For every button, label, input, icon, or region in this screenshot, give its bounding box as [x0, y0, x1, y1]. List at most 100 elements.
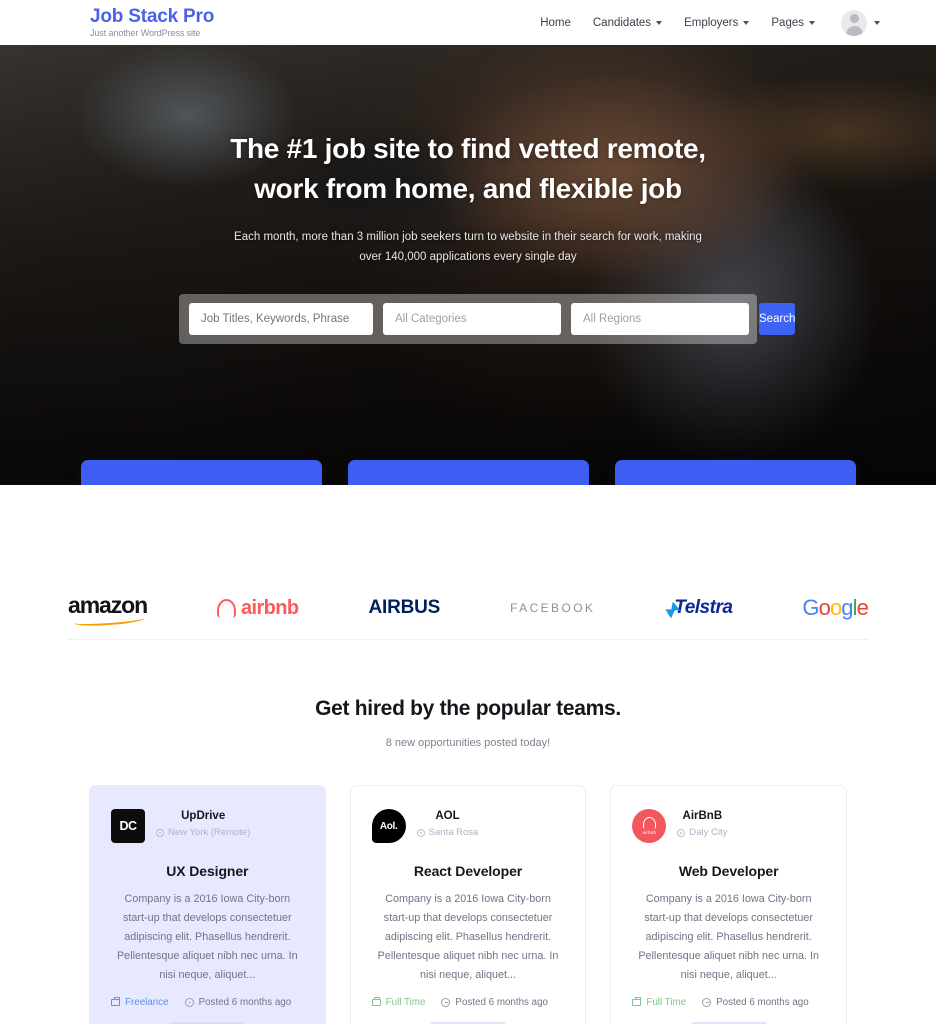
company-name: UpDrive [181, 810, 226, 822]
job-title[interactable]: Web Developer [632, 863, 825, 879]
popular-teams-section: Get hired by the popular teams. 8 new op… [0, 640, 936, 1024]
job-description: Company is a 2016 Iowa City-born start-u… [116, 893, 298, 981]
job-meta-tags: Freelance Posted 6 months ago [111, 997, 304, 1008]
job-company-meta: UpDrive New York (Remote) [156, 809, 250, 838]
job-title[interactable]: UX Designer [111, 863, 304, 879]
chevron-down-icon [874, 20, 880, 25]
hero-subtitle-line-1: Each month, more than 3 million job seek… [234, 231, 702, 243]
job-type-text: Full Time [646, 997, 687, 1008]
company-name: AOL [435, 810, 460, 822]
hero-section: The #1 job site to find vetted remote, w… [0, 45, 936, 485]
site-header: Job Stack Pro Just another WordPress sit… [0, 0, 936, 45]
chevron-down-icon [809, 20, 815, 25]
nav-item-home[interactable]: Home [540, 17, 571, 29]
job-company-meta: AOL Santa Rosa [416, 809, 479, 838]
logo-airbus-text: AIRBUS [368, 597, 441, 618]
job-search-bar: Search [179, 294, 796, 344]
brand-logo[interactable]: Job Stack Pro Just another WordPress sit… [90, 5, 215, 39]
logo-google: Google [802, 595, 869, 621]
teams-subtitle: 8 new opportunities posted today! [385, 737, 551, 749]
hero-title: The #1 job site to find vetted remote, w… [0, 129, 936, 209]
job-company-row: DC UpDrive New York (Remote) [111, 809, 304, 843]
clock-icon [702, 998, 712, 1007]
briefcase-icon [111, 997, 120, 1006]
feature-card-community[interactable]: Largest remote work community Check any … [347, 460, 589, 485]
nav-item-candidates[interactable]: Candidates [592, 16, 663, 29]
job-posted-date: Posted 6 months ago [441, 997, 548, 1008]
job-meta-tags: Full Time Posted 6 months ago [371, 997, 565, 1008]
company-logo-text: DC [119, 819, 137, 833]
hero-subtitle-line-2: over 140,000 applications every single d… [359, 251, 577, 263]
job-card[interactable]: airbnb AirBnB Daly City Web Developer Co… [610, 785, 848, 1024]
location-pin-icon [156, 828, 164, 837]
brand-tagline: Just another WordPress site [90, 28, 201, 39]
company-logo-text: airbnb [642, 830, 657, 835]
company-logo-text: Aol. [379, 820, 398, 832]
brand-title: Job Stack Pro [90, 5, 215, 27]
job-title[interactable]: React Developer [372, 863, 565, 879]
hero-subtitle: Each month, more than 3 million job seek… [0, 227, 936, 267]
airbnb-mark-icon [642, 817, 656, 829]
hero-title-line-2: work from home, and flexible job [254, 173, 682, 204]
job-location: New York (Remote) [156, 827, 250, 838]
search-categories-select[interactable] [383, 303, 561, 335]
logo-amazon: amazon [68, 592, 148, 627]
job-company-row: airbnb AirBnB Daly City [632, 809, 825, 843]
nav-label-employers: Employers [684, 16, 739, 29]
briefcase-icon [371, 997, 381, 1006]
feature-card-trusted[interactable]: Trusted by the world's leading companies… [614, 460, 856, 485]
hero-content: The #1 job site to find vetted remote, w… [0, 45, 936, 344]
chevron-down-icon [743, 20, 750, 25]
nav-item-pages[interactable]: Pages [771, 17, 815, 29]
job-description: Company is a 2016 Iowa City-born start-u… [638, 893, 820, 981]
search-button[interactable]: Search [759, 303, 796, 335]
company-logo-aol: Aol. [371, 809, 406, 843]
location-pin-icon [416, 828, 425, 837]
job-posted-text: Posted 6 months ago [716, 997, 809, 1008]
job-card-grid: DC UpDrive New York (Remote) UX Designer… [89, 785, 848, 1024]
clock-icon [184, 998, 194, 1007]
main-navigation: Home Candidates Employers Pages [540, 9, 880, 36]
job-posted-text: Posted 6 months ago [198, 997, 292, 1008]
job-posted-date: Posted 6 months ago [184, 997, 292, 1008]
company-logo-airbnb: airbnb [632, 809, 667, 843]
nav-label-pages: Pages [771, 16, 804, 29]
job-posted-text: Posted 6 months ago [455, 997, 549, 1008]
partner-logos-section: amazon airbnb AIRBUS FACEBOOK Telstra Go… [0, 485, 936, 640]
job-type-badge: Freelance [111, 997, 169, 1008]
search-keywords-input[interactable] [189, 303, 373, 335]
partner-logo-strip: amazon airbnb AIRBUS FACEBOOK Telstra Go… [68, 577, 869, 639]
search-regions-select[interactable] [571, 303, 749, 335]
job-meta-tags: Full Time Posted 6 months ago [632, 997, 825, 1008]
chevron-down-icon [656, 20, 663, 25]
feature-card-research[interactable]: Exclusive research on employers Check an… [80, 460, 322, 485]
job-location-text: Santa Rosa [428, 827, 479, 838]
nav-label-home: Home [540, 16, 571, 29]
clock-icon [441, 998, 451, 1007]
job-company-row: Aol. AOL Santa Rosa [371, 809, 565, 843]
airbnb-mark-icon [217, 598, 237, 618]
avatar [841, 9, 867, 36]
logo-facebook-text: FACEBOOK [510, 601, 596, 615]
briefcase-icon [632, 997, 642, 1006]
feature-cards: Exclusive research on employers Check an… [0, 460, 936, 485]
job-type-badge: Full Time [371, 997, 425, 1008]
job-location: Santa Rosa [416, 827, 479, 838]
job-card[interactable]: DC UpDrive New York (Remote) UX Designer… [89, 785, 326, 1024]
user-account-menu[interactable] [841, 9, 880, 36]
logo-google-text: Google [802, 595, 869, 620]
logo-airbnb: airbnb [217, 597, 299, 620]
job-location-text: Daly City [689, 827, 728, 838]
company-logo-updrive: DC [111, 809, 145, 843]
job-location-text: New York (Remote) [168, 827, 251, 838]
logo-telstra: Telstra [665, 597, 733, 619]
logo-airbus: AIRBUS [369, 597, 441, 619]
job-type-text: Freelance [125, 997, 169, 1008]
nav-label-candidates: Candidates [592, 16, 652, 29]
job-card[interactable]: Aol. AOL Santa Rosa React Developer Comp… [349, 785, 587, 1024]
hero-title-line-1: The #1 job site to find vetted remote, [230, 133, 706, 164]
logo-facebook: FACEBOOK [510, 601, 595, 615]
job-company-meta: AirBnB Daly City [677, 809, 727, 838]
job-description: Company is a 2016 Iowa City-born start-u… [377, 893, 559, 981]
nav-item-employers[interactable]: Employers [684, 16, 750, 29]
